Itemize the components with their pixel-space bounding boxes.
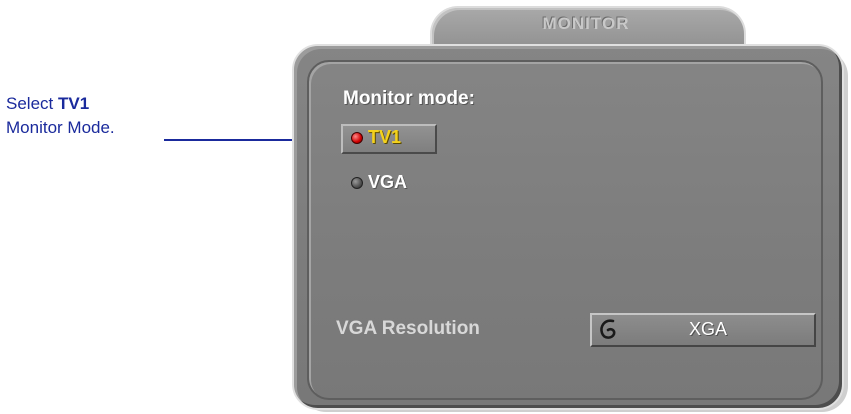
vga-resolution-value[interactable]: XGA [600,319,816,340]
radio-vga[interactable]: VGA [351,172,407,193]
radio-tv1[interactable]: TV1 [351,127,401,148]
vga-resolution-label: VGA Resolution [336,318,480,339]
monitor-panel-inner [307,60,823,400]
radio-tv1-label: TV1 [368,127,402,147]
monitor-mode-label: Monitor mode: [343,88,475,109]
radio-vga-label: VGA [368,172,408,192]
tab-title: MONITOR [542,14,630,33]
radio-selected-icon [351,131,363,144]
radio-unselected-icon [351,176,363,189]
